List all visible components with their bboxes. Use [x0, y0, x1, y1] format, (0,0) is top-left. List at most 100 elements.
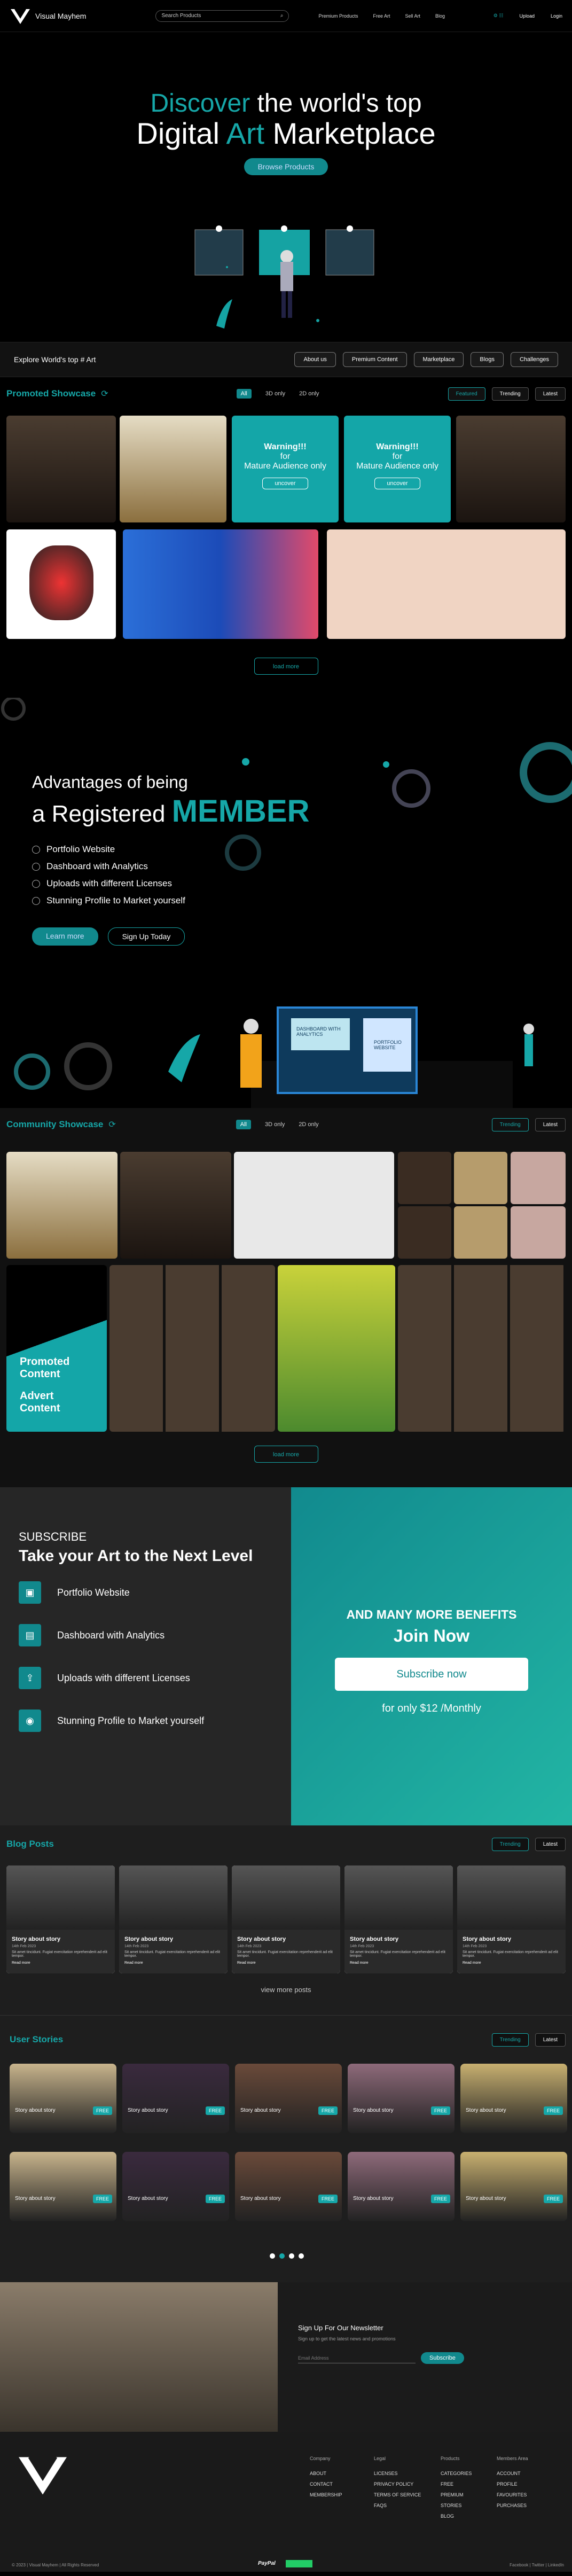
refresh-icon[interactable]: ⟳ [108, 1119, 115, 1130]
tab-all[interactable]: All [236, 389, 252, 399]
uncover-button[interactable]: uncover [262, 478, 308, 489]
trending-button[interactable]: Trending [491, 1837, 529, 1851]
tab-2d[interactable]: 2D only [299, 1121, 318, 1128]
latest-button[interactable]: Latest [535, 1118, 566, 1131]
nav-link-free[interactable]: Free Art [373, 13, 390, 19]
story-card[interactable]: FREE Story about story [348, 2064, 455, 2133]
blog-card[interactable]: Story about story 14th Feb 2023 Sit amet t… [457, 1865, 566, 1973]
blog-card[interactable]: Story about story 14th Feb 2023 Sit amet t… [344, 1865, 453, 1973]
art-card[interactable] [123, 529, 318, 639]
footer-link[interactable]: ACCOUNT [497, 2468, 528, 2479]
refresh-icon[interactable]: ⟳ [101, 388, 108, 399]
social-links[interactable]: Facebook | Twitter | LinkedIn [510, 2563, 564, 2567]
blog-card[interactable]: Story about story 14th Feb 2023 Sit amet t… [232, 1865, 340, 1973]
tab-all[interactable]: All [236, 1120, 252, 1129]
footer-link[interactable]: PREMIUM [441, 2489, 472, 2500]
footer-link[interactable]: ABOUT [310, 2468, 342, 2479]
load-more-button[interactable]: load more [254, 658, 318, 675]
art-card[interactable] [398, 1152, 451, 1204]
footer-link[interactable]: PROFILE [497, 2479, 528, 2489]
story-card[interactable]: FREE Story about story [460, 2064, 567, 2133]
footer-link[interactable]: FREE [441, 2479, 472, 2489]
footer-link[interactable]: TERMS OF SERVICE [374, 2489, 421, 2500]
blog-card[interactable]: Story about story 14th Feb 2023 Sit amet t… [119, 1865, 228, 1973]
featured-button[interactable]: Featured [448, 387, 485, 401]
story-card[interactable]: FREE Story about story [348, 2152, 455, 2221]
carousel-dots[interactable] [270, 2253, 304, 2259]
story-card[interactable]: FREE Story about story [122, 2152, 229, 2221]
tab-3d[interactable]: 3D only [265, 391, 285, 397]
upload-link[interactable]: Upload [519, 13, 535, 19]
promoted-ad-card[interactable]: Promoted Content Advert Content [6, 1265, 107, 1432]
art-card[interactable] [454, 1152, 507, 1204]
chip-blogs[interactable]: Blogs [471, 352, 504, 367]
footer-link[interactable]: MEMBERSHIP [310, 2489, 342, 2500]
art-card[interactable] [120, 416, 226, 522]
art-card[interactable] [278, 1265, 395, 1432]
footer-link[interactable]: LICENSES [374, 2468, 421, 2479]
read-more-link[interactable]: Read more [237, 1961, 335, 1965]
latest-button[interactable]: Latest [535, 387, 566, 401]
footer-link[interactable]: STORIES [441, 2500, 472, 2511]
footer-link[interactable]: FAQS [374, 2500, 421, 2511]
cart-icon[interactable]: ⚙ ☷ [493, 13, 504, 19]
art-card[interactable] [454, 1206, 507, 1259]
nav-link-blog[interactable]: Blog [435, 13, 445, 19]
story-card[interactable]: FREE Story about story [235, 2152, 342, 2221]
story-card[interactable]: FREE Story about story [235, 2064, 342, 2133]
art-card[interactable] [327, 529, 566, 639]
art-card[interactable] [456, 416, 566, 522]
footer-link[interactable]: CATEGORIES [441, 2468, 472, 2479]
story-card[interactable]: FREE Story about story [122, 2064, 229, 2133]
nav-link-premium[interactable]: Premium Products [318, 13, 358, 19]
art-card[interactable] [6, 529, 116, 639]
footer-link[interactable]: FAVOURITES [497, 2489, 528, 2500]
email-field[interactable]: Email Address [298, 2353, 416, 2363]
read-more-link[interactable]: Read more [463, 1961, 560, 1965]
uncover-button[interactable]: uncover [374, 478, 420, 489]
login-link[interactable]: Login [551, 13, 562, 19]
footer-link[interactable]: PURCHASES [497, 2500, 528, 2511]
learn-more-button[interactable]: Learn more [32, 927, 98, 946]
art-grid[interactable] [109, 1265, 275, 1432]
tab-3d[interactable]: 3D only [265, 1121, 285, 1128]
trending-button[interactable]: Trending [491, 1118, 529, 1131]
art-card[interactable] [234, 1152, 394, 1259]
tab-2d[interactable]: 2D only [299, 391, 319, 397]
art-grid[interactable] [398, 1265, 566, 1432]
read-more-link[interactable]: Read more [350, 1961, 448, 1965]
story-card[interactable]: FREE Story about story [10, 2152, 116, 2221]
footer-link[interactable]: CONTACT [310, 2479, 342, 2489]
load-more-button[interactable]: load more [254, 1446, 318, 1463]
nav-link-sell[interactable]: Sell Art [405, 13, 421, 19]
chip-challenges[interactable]: Challenges [510, 352, 558, 367]
chip-marketplace[interactable]: Marketplace [413, 352, 464, 367]
art-card[interactable] [398, 1206, 451, 1259]
art-card[interactable] [511, 1206, 566, 1259]
signup-button[interactable]: Sign Up Today [107, 927, 185, 946]
chip-about[interactable]: About us [294, 352, 336, 367]
art-card[interactable] [120, 1152, 231, 1259]
subscribe-now-button[interactable]: Subscribe now [335, 1658, 528, 1691]
blog-card[interactable]: Story about story 14th Feb 2023 Sit amet t… [6, 1865, 115, 1973]
story-card[interactable]: FREE Story about story [10, 2064, 116, 2133]
latest-button[interactable]: Latest [535, 2033, 566, 2047]
newsletter-subscribe-button[interactable]: Subscribe [421, 2352, 464, 2364]
art-card[interactable] [6, 416, 116, 522]
read-more-link[interactable]: Read more [12, 1961, 109, 1965]
art-card[interactable] [511, 1152, 566, 1204]
brand-logo[interactable]: Visual Mayhem [10, 7, 86, 25]
footer-link[interactable]: BLOG [441, 2511, 472, 2522]
latest-button[interactable]: Latest [535, 1837, 566, 1851]
browse-products-button[interactable]: Browse Products [244, 158, 328, 176]
read-more-link[interactable]: Read more [124, 1961, 222, 1965]
view-more-posts[interactable]: view more posts [0, 1986, 572, 1994]
search-icon[interactable]: ⌕ [280, 13, 284, 19]
trending-button[interactable]: Trending [491, 2033, 529, 2047]
chip-premium[interactable]: Premium Content [342, 352, 407, 367]
art-card[interactable] [6, 1152, 117, 1259]
trending-button[interactable]: Trending [491, 387, 529, 401]
search-input[interactable]: Search Products ⌕ [155, 10, 289, 22]
story-card[interactable]: FREE Story about story [460, 2152, 567, 2221]
footer-link[interactable]: PRIVACY POLICY [374, 2479, 421, 2489]
